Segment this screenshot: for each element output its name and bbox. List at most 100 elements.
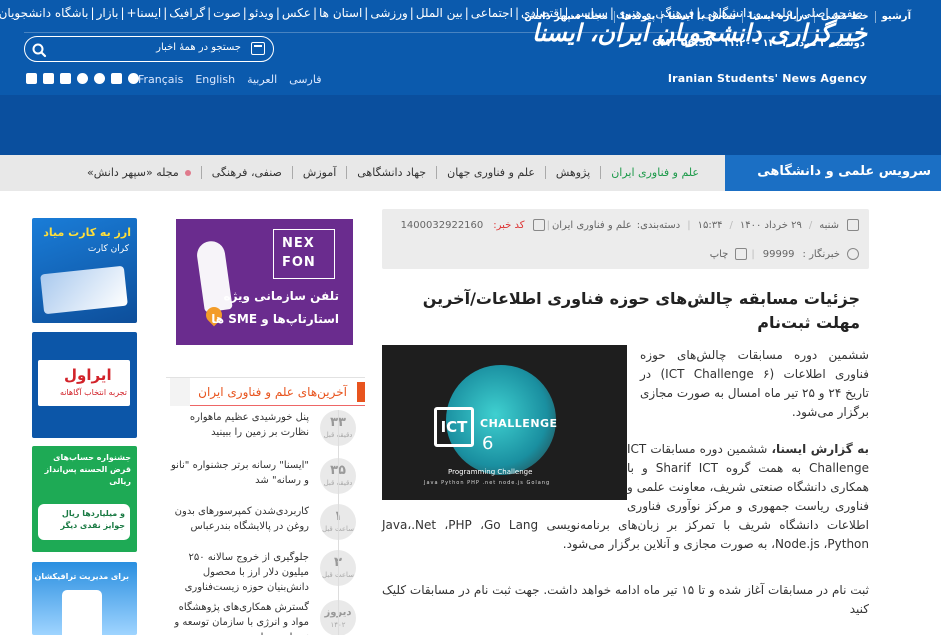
ad-traffic[interactable]: برای مدیریت ترافیکشان [32, 562, 137, 635]
instagram-icon[interactable] [60, 73, 71, 84]
lang-persian[interactable]: فارسی [289, 73, 321, 86]
nav-international[interactable]: بین الملل [414, 6, 465, 20]
search-icon[interactable] [31, 42, 47, 58]
main-nav-items: صفحه اصلی|علمی و دانشگاهی|فرهنگی و هنری|… [0, 6, 865, 20]
android-icon[interactable] [94, 73, 105, 84]
subnav-magazine[interactable]: مجله «سپهر دانش» [77, 166, 201, 179]
challenge-text: CHALLENGE [480, 417, 558, 430]
news-link[interactable]: کاربردی‌شدن کمپرسورهای بدون روغن در پالا… [167, 504, 309, 534]
meta-category-label: دسته‌بندی: [636, 219, 681, 231]
subnav-jihad[interactable]: جهاد دانشگاهی [346, 166, 436, 179]
header-tab [170, 378, 190, 406]
gmt-time: GMT 06:50 [652, 38, 713, 49]
search-input[interactable]: جستجو در همهٔ اخبار [156, 42, 241, 53]
column-divider [338, 410, 339, 635]
meta-code-label: کد خبر: [493, 219, 525, 231]
ad-bank-festival[interactable]: جشنواره حساب‌های قرض الحسنه پس‌انداز ریا… [32, 446, 137, 552]
meta-code: 1400032922160 [400, 219, 484, 231]
nav-sport[interactable]: ورزشی [368, 6, 409, 20]
print-icon[interactable] [735, 248, 748, 260]
news-link[interactable]: "ایسنا" رسانه برتر جشنواره "نانو و رسانه… [167, 458, 309, 488]
top-link-archive[interactable]: آرشیو [874, 11, 917, 23]
nav-students-club[interactable]: باشگاه دانشجویان [0, 6, 91, 20]
nexfon-logo-top: NEX [282, 236, 315, 251]
nav-photo[interactable]: عکس [280, 6, 313, 20]
phone-icon [62, 590, 102, 635]
ad-line-2: استارتاپ‌ها و SME ها [211, 312, 339, 326]
news-link[interactable]: جلوگیری از خروج سالانه ۲۵۰ میلیون دلار ا… [167, 550, 309, 595]
news-code-icon [532, 219, 545, 231]
lang-french[interactable]: Français [138, 73, 183, 86]
meta-day: شنبه [819, 219, 839, 231]
latest-news-header: آخرین‌های علم و فناوری ایران [170, 378, 365, 406]
lang-arabic[interactable]: العربية [247, 73, 277, 86]
apple-icon[interactable] [111, 73, 122, 84]
image-float-spacer [382, 440, 627, 500]
meta-row-reporter: خبرنگار : 99999 | چاپ [706, 248, 859, 260]
lang-english[interactable]: English [195, 73, 235, 86]
ad-line-1: تلفن سازمانی ویژه [223, 289, 339, 303]
microphone-icon [847, 248, 859, 260]
nav-science[interactable]: علمی و دانشگاهی [700, 6, 795, 20]
search-box[interactable]: جستجو در همهٔ اخبار [24, 36, 274, 62]
news-link[interactable]: گسترش همکاری‌های پژوهشگاه مواد و انرژی ب… [167, 600, 309, 635]
ad-pill-text: و میلیاردها ریال جوایز نقدی دیگر [60, 509, 125, 530]
subnav-education[interactable]: آموزش [291, 166, 346, 179]
print-button[interactable]: چاپ [706, 249, 733, 260]
twitter-icon[interactable] [77, 73, 88, 84]
nav-economy[interactable]: اقتصادی [519, 6, 565, 20]
nav-video[interactable]: ویدئو [247, 6, 276, 20]
date-line: دوشنبه ۳ مرداد ۱۴۰۱ - ۱۱:۲۰ GMT 06:50 [652, 38, 865, 49]
rss-icon[interactable] [43, 73, 54, 84]
nav-provinces[interactable]: استان ها [317, 6, 364, 20]
subnav-iran-science[interactable]: علم و فناوری ایران [600, 166, 709, 179]
ad-subtitle: کران کارت [87, 244, 129, 254]
article-meta: شنبه/ ۲۹ خرداد ۱۴۰۰/ ۱۵:۳۴ | دسته‌بندی: ع… [382, 209, 869, 269]
article-headline: جزئیات مسابقه چالش‌های حوزه فناوری اطلاع… [422, 289, 860, 332]
nav-graphic[interactable]: گرافیک [167, 6, 207, 20]
header-accent-bar [357, 382, 365, 402]
windows-icon[interactable] [26, 73, 37, 84]
ad-kran-card[interactable]: ارز به کارت میاد کران کارت [32, 218, 137, 323]
meta-reporter: 99999 [762, 248, 795, 260]
ad-iraval[interactable]: ایراول تجربه انتخاب آگاهانه [32, 332, 137, 438]
language-switcher: Français English العربية فارسی [138, 73, 321, 86]
article-lead: ششمین دوره مسابقات چالش‌های حوزه فناوری … [640, 348, 869, 419]
main-nav [0, 95, 941, 155]
meta-time: ۱۵:۳۴ [697, 219, 723, 231]
subnav-guild[interactable]: صنفی، فرهنگی [200, 166, 292, 179]
article-body-paragraph: به گزارش ایسنا، ششمین دوره مسابقات ICT C… [382, 440, 869, 554]
nav-culture[interactable]: فرهنگی و هنری [614, 6, 696, 20]
current-date: دوشنبه ۳ مرداد ۱۴۰۱ - ۱۱:۲۰ [722, 38, 865, 49]
subnav-research[interactable]: پژوهش [544, 166, 600, 179]
site-logo-english: Iranian Students' News Agency [667, 72, 867, 85]
article-body-paragraph-2: ثبت نام در مسابقات آغاز شده و تا ۱۵ تیر … [382, 583, 869, 616]
calendar-icon[interactable] [251, 42, 265, 55]
meta-reporter-label: خبرنگار : [802, 248, 840, 260]
nav-market[interactable]: بازار [95, 6, 121, 20]
nav-politics[interactable]: سیاسی [569, 6, 610, 20]
nav-society[interactable]: اجتماعی [469, 6, 515, 20]
latest-news-box: آخرین‌های علم و فناوری ایران ۳۳دقیقه قبل… [166, 377, 365, 635]
bank-card-icon [40, 265, 128, 315]
subnav-world-science[interactable]: علم و فناوری جهان [436, 166, 545, 179]
nav-divider [24, 32, 868, 33]
ad-nexfon[interactable]: NEX FON تلفن سازمانی ویژه استارتاپ‌ها و … [176, 219, 353, 345]
ad-title: ایراول [64, 366, 112, 384]
nav-audio[interactable]: صوت [211, 6, 243, 20]
nav-isna-plus[interactable]: ایسنا+ [125, 6, 164, 20]
subnav-magazine-label: مجله «سپهر دانش» [87, 166, 179, 179]
telegram-icon[interactable] [128, 73, 139, 84]
meta-category[interactable]: علم و فناوری ایران [552, 220, 632, 231]
section-title[interactable]: سرویس علمی و دانشگاهی [725, 155, 941, 191]
nexfon-logo-bottom: FON [282, 255, 316, 270]
nav-home[interactable]: صفحه اصلی [799, 6, 865, 20]
latest-news-title[interactable]: آخرین‌های علم و فناوری ایران [198, 385, 347, 399]
nexfon-logo: NEX FON [273, 229, 335, 279]
news-link[interactable]: پنل خورشیدی عظیم ماهواره نظارت بر زمین ر… [167, 410, 309, 440]
ad-subtitle: تجربه انتخاب آگاهانه [59, 388, 127, 397]
ad-title: ارز به کارت میاد [43, 226, 131, 239]
ad-title: برای مدیریت ترافیکشان [34, 572, 129, 581]
dot-icon [184, 170, 191, 176]
meta-row-date: شنبه/ ۲۹ خرداد ۱۴۰۰/ ۱۵:۳۴ | دسته‌بندی: ع… [396, 219, 859, 231]
